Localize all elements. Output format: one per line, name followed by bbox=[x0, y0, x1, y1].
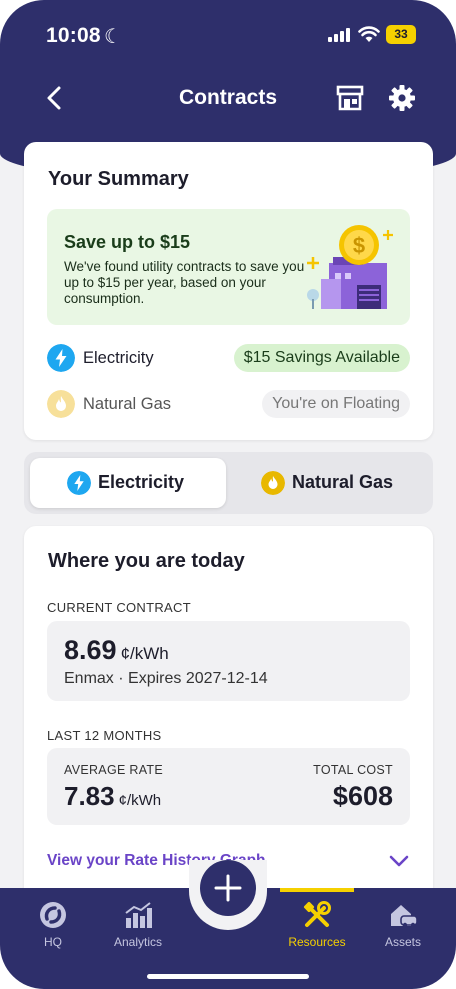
summary-card: Your Summary Save up to $15 We've found … bbox=[24, 142, 433, 440]
last-12-months-label: LAST 12 MONTHS bbox=[47, 728, 162, 743]
current-rate-unit: ¢/kWh bbox=[120, 644, 169, 663]
status-badge: You're on Floating bbox=[262, 390, 410, 418]
nav-bar: Contracts bbox=[0, 78, 456, 118]
row-label: Natural Gas bbox=[83, 395, 172, 413]
tab-label: Resources bbox=[288, 935, 346, 949]
lightning-icon bbox=[67, 471, 91, 495]
average-rate-unit: ¢/kWh bbox=[118, 792, 162, 809]
toggle-natural-gas[interactable]: Natural Gas bbox=[230, 458, 426, 508]
current-rate-value: 8.69 bbox=[64, 635, 117, 665]
natural-gas-summary-row[interactable]: Natural Gas You're on Floating bbox=[47, 390, 410, 420]
flame-icon bbox=[261, 471, 285, 495]
tab-label: Analytics bbox=[113, 935, 163, 949]
tab-label: HQ bbox=[44, 935, 62, 949]
where-you-are-today-card: Where you are today CURRENT CONTRACT 8.6… bbox=[24, 526, 433, 906]
home-indicator bbox=[147, 974, 309, 979]
total-cost-value: $608 bbox=[332, 781, 393, 811]
electricity-summary-row[interactable]: Electricity $15 Savings Available bbox=[47, 344, 410, 374]
storefront-icon[interactable] bbox=[336, 84, 364, 112]
toggle-electricity[interactable]: Electricity bbox=[30, 458, 226, 508]
tab-hq[interactable]: HQ bbox=[18, 888, 88, 958]
chevron-down-icon[interactable] bbox=[388, 852, 410, 870]
toggle-label: Electricity bbox=[98, 472, 185, 492]
summary-title: Your Summary bbox=[48, 168, 189, 190]
lightning-icon bbox=[47, 344, 75, 372]
status-bar: 10:08 ☾ 33 bbox=[0, 0, 456, 70]
analytics-icon bbox=[125, 902, 152, 928]
utility-toggle: Electricity Natural Gas bbox=[24, 452, 433, 514]
house-car-icon bbox=[391, 905, 418, 928]
average-rate-label: AVERAGE RATE bbox=[64, 763, 163, 777]
savings-badge: $15 Savings Available bbox=[233, 344, 410, 372]
current-contract-label: CURRENT CONTRACT bbox=[47, 600, 191, 615]
row-label: Electricity bbox=[83, 349, 154, 367]
total-cost-label: TOTAL COST bbox=[313, 763, 393, 777]
wifi-icon bbox=[358, 26, 380, 42]
tab-resources[interactable]: Resources bbox=[280, 888, 354, 958]
promo-description: We've found utility contracts to save yo… bbox=[64, 259, 305, 306]
battery-indicator: 33 bbox=[386, 25, 416, 44]
phone-screen: 10:08 ☾ 33 Contracts Your Summary Save u… bbox=[0, 0, 456, 989]
current-rate: 8.69 ¢/kWh bbox=[64, 635, 169, 666]
gear-icon[interactable] bbox=[388, 84, 416, 112]
promo-title: Save up to $15 bbox=[64, 232, 191, 252]
flame-icon bbox=[47, 390, 75, 418]
svg-text:$: $ bbox=[353, 233, 365, 258]
hq-icon bbox=[40, 902, 66, 928]
tools-icon bbox=[303, 901, 331, 927]
savings-promo[interactable]: Save up to $15 We've found utility contr… bbox=[47, 209, 410, 325]
add-button[interactable] bbox=[200, 860, 256, 916]
tab-label: Assets bbox=[384, 935, 421, 949]
toggle-label: Natural Gas bbox=[292, 472, 394, 492]
average-rate: 7.83 ¢/kWh bbox=[64, 781, 161, 812]
current-contract-box: 8.69 ¢/kWh Enmax · Expires 2027-12-14 bbox=[47, 621, 410, 701]
last-12-months-box: AVERAGE RATE 7.83 ¢/kWh TOTAL COST $608 bbox=[47, 748, 410, 825]
average-rate-value: 7.83 bbox=[64, 781, 115, 811]
contract-details: Enmax · Expires 2027-12-14 bbox=[64, 670, 268, 687]
savings-house-illustration: $ bbox=[307, 225, 393, 309]
signal-icon bbox=[328, 28, 350, 42]
plus-icon bbox=[214, 874, 242, 902]
tab-assets[interactable]: Assets bbox=[368, 888, 438, 958]
section-title: Where you are today bbox=[48, 550, 245, 572]
moon-icon: ☾ bbox=[104, 26, 122, 48]
tab-analytics[interactable]: Analytics bbox=[103, 888, 173, 958]
status-time: 10:08 bbox=[46, 24, 101, 47]
